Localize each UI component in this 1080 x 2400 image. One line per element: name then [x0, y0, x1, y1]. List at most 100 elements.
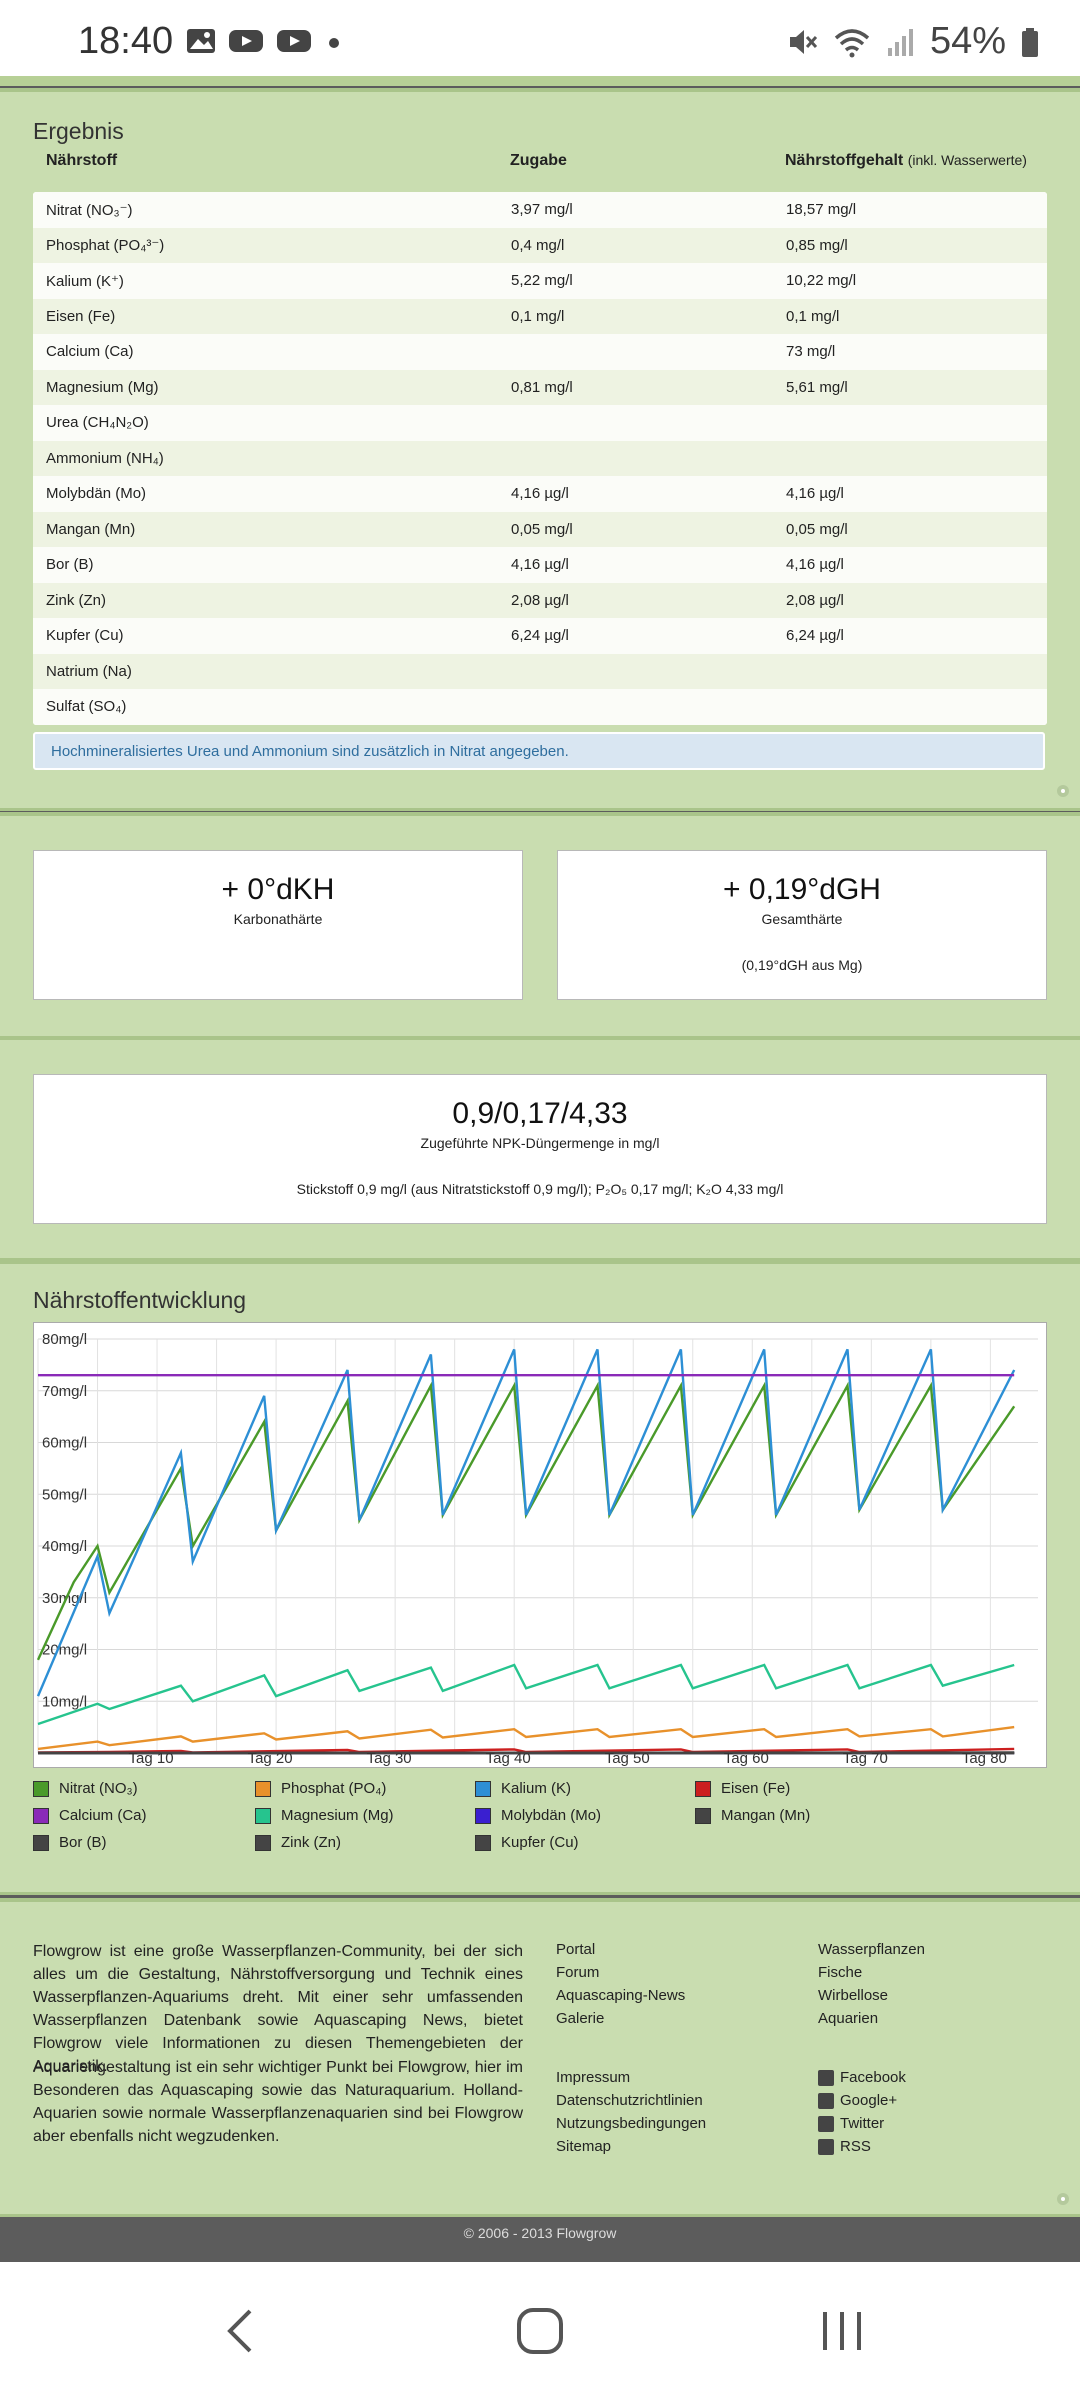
x-tick-label: Tag 50	[605, 1750, 650, 1767]
footer-link-aquariums[interactable]: Aquarien	[818, 2007, 925, 2030]
legend-label: Bor (B)	[59, 1834, 107, 1851]
youtube-icon	[229, 30, 263, 52]
x-tick-label: Tag 10	[129, 1750, 174, 1767]
footer-link-forum[interactable]: Forum	[556, 1961, 685, 1984]
series-line	[36, 1348, 1016, 1697]
npk-panel: 0,9/0,17/4,33 Zugeführte NPK-Düngermenge…	[0, 1036, 1080, 1261]
home-button[interactable]	[490, 2262, 590, 2400]
x-tick-label: Tag 70	[843, 1750, 888, 1767]
legend-item[interactable]: Magnesium (Mg)	[255, 1807, 394, 1824]
info-dot-icon	[1057, 2193, 1069, 2205]
y-tick-label: 20mg/l	[42, 1642, 87, 1659]
back-icon	[227, 2309, 252, 2353]
footer-link-plants[interactable]: Wasserpflanzen	[818, 1938, 925, 1961]
status-bar: 18:40 54%	[0, 0, 1080, 76]
recents-icon	[823, 2312, 861, 2350]
y-tick-label: 40mg/l	[42, 1538, 87, 1555]
legend-label: Zink (Zn)	[281, 1834, 341, 1851]
result-title: Ergebnis	[33, 118, 124, 144]
footer-link-gallery[interactable]: Galerie	[556, 2007, 685, 2030]
legend-swatch	[475, 1834, 491, 1851]
npk-value: 0,9/0,17/4,33	[452, 1097, 628, 1130]
footer-link-news[interactable]: Aquascaping-News	[556, 1984, 685, 2007]
info-alert: Hochmineralisiertes Urea und Ammonium si…	[33, 732, 1045, 770]
footer-link-invertebrates[interactable]: Wirbellose	[818, 1984, 925, 2007]
kh-value: + 0°dKH	[221, 873, 335, 906]
footer-intro-2: Aquariengestaltung ist ein sehr wichtige…	[33, 2059, 523, 2145]
x-tick-label: Tag 40	[486, 1750, 531, 1767]
table-row: Nitrat (NO₃⁻) 3,97 mg/l 18,57 mg/l	[33, 192, 1047, 228]
legend-item[interactable]: Phosphat (PO₄)	[255, 1780, 386, 1797]
gh-card: + 0,19°dGH Gesamthärte (0,19°dGH aus Mg)	[557, 850, 1047, 1000]
legend-swatch	[33, 1780, 49, 1797]
table-row: Kalium (K⁺) 5,22 mg/l 10,22 mg/l	[33, 263, 1047, 299]
y-tick-label: 80mg/l	[42, 1331, 87, 1348]
footer-link-rss[interactable]: RSS	[818, 2135, 906, 2158]
legend-swatch	[33, 1807, 49, 1824]
legend-swatch	[255, 1807, 271, 1824]
hardness-panel: + 0°dKH Karbonathärte + 0,19°dGH Gesamth…	[0, 812, 1080, 1039]
x-tick-label: Tag 60	[724, 1750, 769, 1767]
legend-item[interactable]: Molybdän (Mo)	[475, 1807, 601, 1824]
legend-swatch	[475, 1780, 491, 1797]
system-nav-bar	[0, 2262, 1080, 2400]
footer-links-legal: Impressum Datenschutzrichtlinien Nutzung…	[556, 2066, 706, 2158]
legend-swatch	[475, 1807, 491, 1824]
table-row: Ammonium (NH₄)	[33, 440, 1047, 476]
home-icon	[517, 2308, 563, 2354]
legend-label: Kupfer (Cu)	[501, 1834, 579, 1851]
footer-panel: Flowgrow ist eine große Wasserpflanzen-C…	[0, 1898, 1080, 2217]
kh-card: + 0°dKH Karbonathärte	[33, 850, 523, 1000]
result-table: Nitrat (NO₃⁻) 3,97 mg/l 18,57 mg/l Phospha…	[33, 192, 1047, 725]
header-content-note: (inkl. Wasserwerte)	[907, 152, 1027, 168]
legend-item[interactable]: Calcium (Ca)	[33, 1807, 147, 1824]
battery-percent: 54%	[929, 20, 1006, 62]
table-row: Urea (CH₄N₂O)	[33, 405, 1047, 441]
x-tick-label: Tag 20	[248, 1750, 293, 1767]
legend-item[interactable]: Mangan (Mn)	[695, 1807, 810, 1824]
legend-swatch	[255, 1834, 271, 1851]
legend-item[interactable]: Nitrat (NO₃)	[33, 1780, 138, 1797]
legend-label: Phosphat (PO₄)	[281, 1780, 387, 1797]
gh-value: + 0,19°dGH	[723, 873, 881, 906]
footer-links-db: Wasserpflanzen Fische Wirbellose Aquarie…	[818, 1938, 925, 2030]
table-row: Magnesium (Mg) 0,81 mg/l 5,61 mg/l	[33, 369, 1047, 405]
table-row: Mangan (Mn) 0,05 mg/l 0,05 mg/l	[33, 511, 1047, 547]
table-row: Calcium (Ca) 73 mg/l	[33, 334, 1047, 370]
legend-swatch	[695, 1780, 711, 1797]
table-row: Natrium (Na)	[33, 653, 1047, 689]
table-row: Molybdän (Mo) 4,16 µg/l 4,16 µg/l	[33, 476, 1047, 512]
legend-swatch	[255, 1780, 271, 1797]
y-tick-label: 50mg/l	[42, 1486, 87, 1503]
footer-link-googleplus[interactable]: Google+	[818, 2089, 906, 2112]
footer-link-sitemap[interactable]: Sitemap	[556, 2135, 706, 2158]
footer-link-portal[interactable]: Portal	[556, 1938, 685, 1961]
footer-link-privacy[interactable]: Datenschutzrichtlinien	[556, 2089, 706, 2112]
gh-label: Gesamthärte	[761, 911, 843, 927]
legend-item[interactable]: Kalium (K)	[475, 1780, 571, 1797]
series-line	[36, 1381, 1016, 1661]
table-row: Eisen (Fe) 0,1 mg/l 0,1 mg/l	[33, 298, 1047, 334]
footer-link-terms[interactable]: Nutzungsbedingungen	[556, 2112, 706, 2135]
footer-link-imprint[interactable]: Impressum	[556, 2066, 706, 2089]
legend-label: Calcium (Ca)	[59, 1807, 147, 1824]
legend-item[interactable]: Bor (B)	[33, 1834, 107, 1851]
footer-link-fish[interactable]: Fische	[818, 1961, 925, 1984]
header-content: Nährstoffgehalt (inkl. Wasserwerte)	[785, 152, 1027, 170]
legend-item[interactable]: Eisen (Fe)	[695, 1780, 790, 1797]
copyright: © 2006 - 2013 Flowgrow	[463, 2225, 617, 2241]
legend-item[interactable]: Kupfer (Cu)	[475, 1834, 579, 1851]
table-row: Sulfat (SO₄)	[33, 689, 1047, 725]
npk-detail: Stickstoff 0,9 mg/l (aus Nitratstickstof…	[296, 1181, 784, 1197]
x-tick-label: Tag 80	[962, 1750, 1007, 1767]
recents-button[interactable]	[792, 2262, 892, 2400]
footer-link-twitter[interactable]: Twitter	[818, 2112, 906, 2135]
footer-link-facebook[interactable]: Facebook	[818, 2066, 906, 2089]
header-nutrient: Nährstoff	[46, 152, 118, 169]
battery-icon	[1022, 27, 1038, 57]
legend-label: Mangan (Mn)	[721, 1807, 811, 1824]
legend-item[interactable]: Zink (Zn)	[255, 1834, 341, 1851]
clock: 18:40	[78, 20, 174, 62]
back-button[interactable]	[190, 2262, 290, 2400]
chart-title: Nährstoffentwicklung	[33, 1287, 247, 1313]
